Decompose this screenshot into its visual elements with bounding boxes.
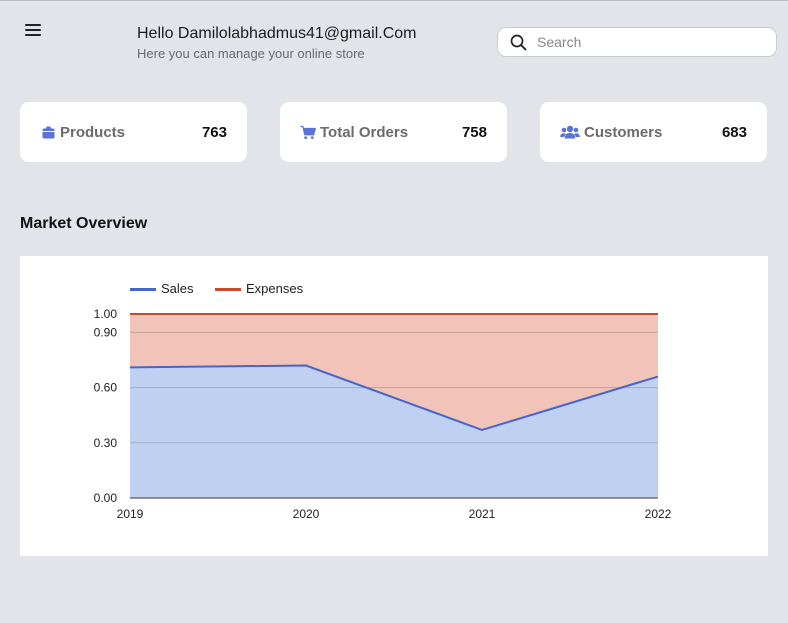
- greeting-block: Hello Damilolabhadmus41@gmail.Com Here y…: [137, 25, 416, 61]
- greeting-title: Hello Damilolabhadmus41@gmail.Com: [137, 25, 417, 42]
- cart-icon: [300, 124, 316, 140]
- y-tick-label: 1.00: [94, 307, 118, 321]
- legend-swatch: [130, 288, 156, 291]
- x-tick-label: 2021: [469, 507, 496, 521]
- stat-label: Customers: [584, 123, 663, 141]
- search-bar[interactable]: [497, 27, 777, 57]
- stat-value: 763: [201, 123, 227, 141]
- stat-card-customers: Customers 683: [540, 102, 767, 162]
- hamburger-icon: [25, 24, 41, 26]
- stat-value: 683: [721, 123, 747, 141]
- y-tick-label: 0.30: [94, 436, 118, 450]
- users-icon: [560, 124, 580, 140]
- search-input[interactable]: [537, 34, 757, 50]
- y-tick-label: 0.00: [94, 491, 118, 505]
- search-icon: [510, 34, 527, 50]
- legend-swatch: [215, 288, 241, 291]
- greeting-subtitle: Here you can manage your online store: [137, 46, 365, 61]
- stat-label: Total Orders: [320, 123, 409, 141]
- legend-label: Sales: [161, 281, 194, 296]
- x-tick-label: 2020: [293, 507, 320, 521]
- stat-card-total-orders: Total Orders 758: [280, 102, 507, 162]
- y-tick-label: 0.90: [94, 325, 118, 339]
- x-tick-label: 2022: [645, 507, 672, 521]
- stat-value: 758: [461, 123, 487, 141]
- x-tick-label: 2019: [117, 507, 144, 521]
- menu-button[interactable]: [24, 22, 42, 38]
- market-overview-chart: 0.00 0.30 0.60 0.90 1.00 2019 2020 2021 2022 Sale…: [20, 256, 768, 556]
- legend-label: Expenses: [246, 281, 304, 296]
- stat-label: Products: [60, 123, 126, 141]
- section-title-market-overview: Market Overview: [20, 215, 148, 232]
- stat-card-products: Products 763: [20, 102, 247, 162]
- y-tick-label: 0.60: [94, 381, 118, 395]
- area-chart: 0.00 0.30 0.60 0.90 1.00 2019 2020 2021 2022 Sale…: [94, 281, 672, 521]
- box-icon: [40, 124, 56, 140]
